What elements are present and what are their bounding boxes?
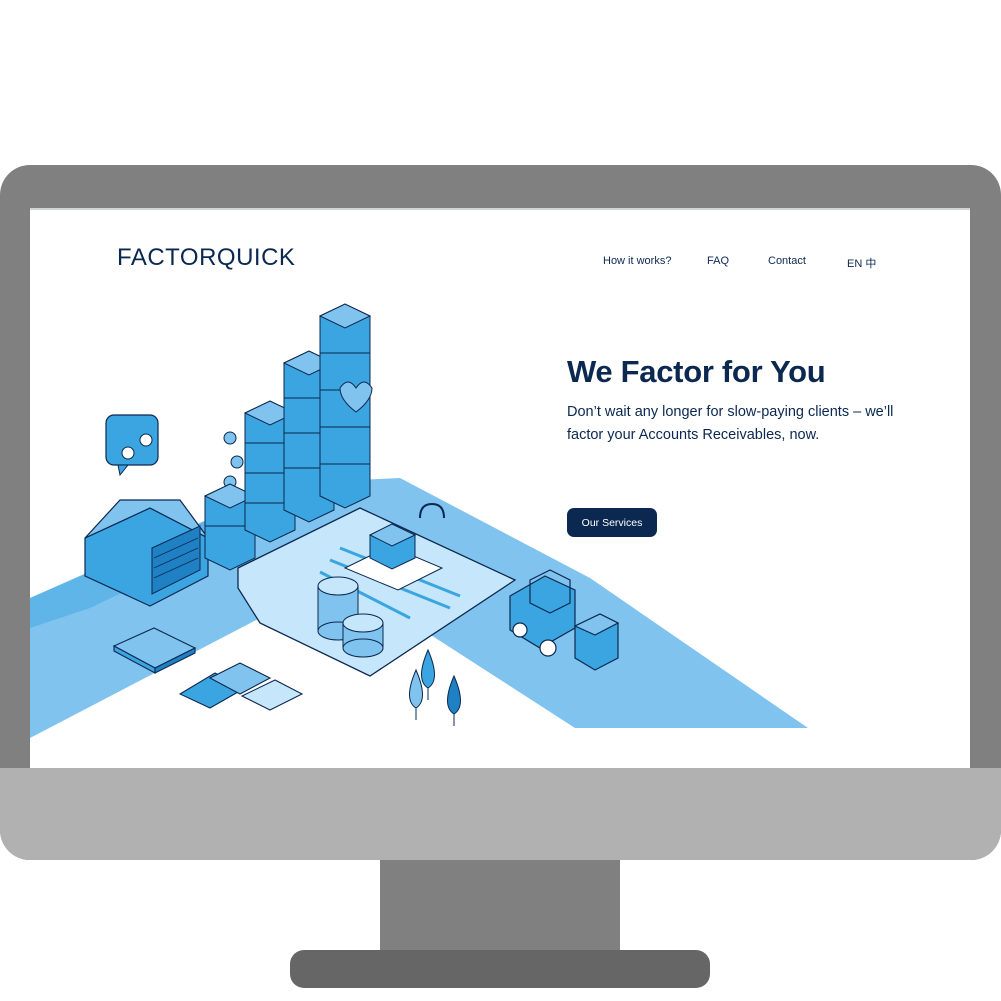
monitor-chin (0, 768, 1001, 860)
nav-how-it-works[interactable]: How it works? (603, 255, 671, 267)
nav-faq[interactable]: FAQ (707, 255, 729, 267)
hero-subtitle: Don’t wait any longer for slow-paying cl… (567, 404, 894, 443)
website-screen: FACTORQUICK How it works? FAQ Contact EN… (30, 208, 970, 768)
language-switcher[interactable]: EN 中 (847, 255, 876, 271)
tree-icon (409, 648, 461, 726)
chat-bubble-icon (105, 414, 159, 477)
floating-coin-icons (223, 431, 244, 489)
hero-title: We Factor for You (567, 354, 826, 389)
monitor-stand-base (290, 950, 710, 988)
our-services-button[interactable]: Our Services (567, 508, 657, 537)
monitor-stand-neck (380, 860, 620, 952)
puzzle-icon (178, 662, 304, 711)
brand-logo[interactable]: FACTORQUICK (117, 244, 295, 272)
hero-illustration (30, 303, 808, 738)
nav-contact[interactable]: Contact (768, 255, 806, 267)
